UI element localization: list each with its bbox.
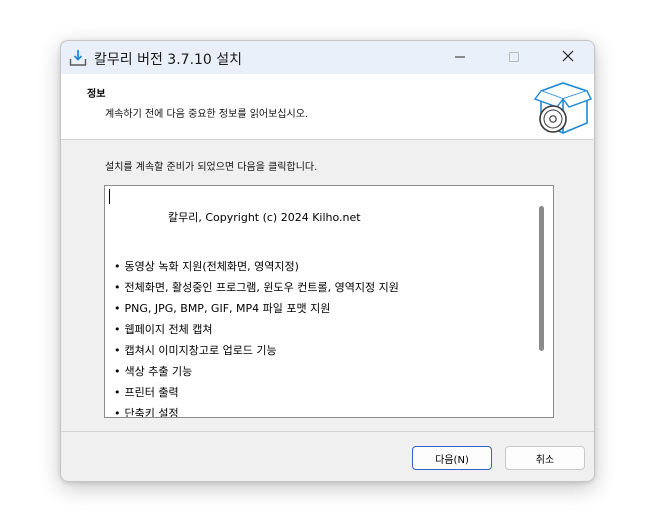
- maximize-icon: [508, 48, 520, 67]
- list-item: • 캡쳐시 이미지창고로 업로드 기능: [114, 344, 277, 357]
- minimize-button[interactable]: [437, 41, 483, 74]
- instruction-text: 설치를 계속할 준비가 되었으면 다음을 클릭합니다.: [105, 162, 318, 173]
- list-item: • 색상 추출 기능: [114, 365, 193, 378]
- list-item: • 동영상 녹화 지원(전체화면, 영역지정): [114, 260, 299, 273]
- list-item: • 단축키 설정: [114, 407, 179, 418]
- download-tray-icon: [68, 48, 88, 68]
- list-item: • 웹페이지 전체 캡쳐: [114, 323, 213, 336]
- window-title: 칼무리 버전 3.7.10 설치: [94, 52, 243, 68]
- page-title: 정보: [87, 89, 106, 100]
- maximize-button[interactable]: [491, 41, 537, 74]
- close-button[interactable]: [545, 41, 591, 74]
- wizard-header: 정보 계속하기 전에 다음 중요한 정보를 읽어보십시오.: [61, 74, 594, 140]
- installer-window: 칼무리 버전 3.7.10 설치 정보 계속하기 전에 다음 중요한 정보를 읽…: [60, 40, 595, 482]
- feature-list: • 동영상 녹화 지원(전체화면, 영역지정) • 전체화면, 활성중인 프로그램,…: [114, 258, 399, 418]
- next-button[interactable]: 다음(N): [412, 446, 492, 470]
- info-textbox[interactable]: 칼무리, Copyright (c) 2024 Kilho.net • 동영상 녹…: [104, 185, 554, 418]
- title-bar[interactable]: 칼무리 버전 3.7.10 설치: [61, 41, 594, 74]
- list-item: • PNG, JPG, BMP, GIF, MP4 파일 포맷 지원: [114, 302, 331, 315]
- vertical-scrollbar[interactable]: [539, 206, 544, 351]
- install-box-disc-icon: [533, 79, 593, 137]
- cancel-button[interactable]: 취소: [505, 446, 585, 470]
- list-item: • 전체화면, 활성중인 프로그램, 윈도우 컨트롤, 영역지정 지원: [114, 281, 399, 294]
- page-subtitle: 계속하기 전에 다음 중요한 정보를 읽어보십시오.: [105, 109, 309, 120]
- list-item: • 프린터 출력: [114, 386, 179, 399]
- copyright-line: 칼무리, Copyright (c) 2024 Kilho.net: [168, 211, 361, 224]
- footer-divider: [61, 431, 594, 432]
- text-caret: [109, 189, 110, 204]
- minimize-icon: [454, 48, 466, 67]
- close-icon: [561, 48, 575, 67]
